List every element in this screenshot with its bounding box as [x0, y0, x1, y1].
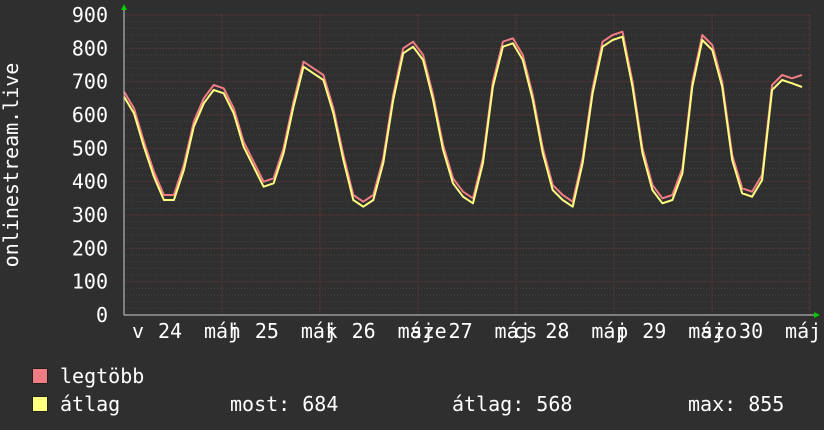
- x-tick-label: sze: [411, 319, 447, 343]
- x-tick-label: v: [132, 319, 144, 343]
- legend-item-legtobb: legtöbb: [32, 362, 824, 390]
- x-tick-label: 27: [449, 319, 473, 343]
- legend: legtöbb átlag most: 684 átlag: 568 max: …: [32, 362, 824, 418]
- atlag-swatch: [32, 396, 48, 412]
- y-tick-label: 400: [72, 170, 108, 194]
- y-axis-label: onlinestream.live: [0, 63, 23, 268]
- x-tick-label: máj: [785, 319, 821, 343]
- x-tick-label: 26: [352, 319, 376, 343]
- y-tick-label: 300: [72, 203, 108, 227]
- x-tick-label: 29: [642, 319, 666, 343]
- x-tick-label: szo: [701, 319, 737, 343]
- stat-atlag: átlag: 568: [452, 392, 573, 416]
- legtobb-swatch: [32, 368, 48, 384]
- x-tick-label: h: [229, 319, 241, 343]
- x-tick-label: cs: [513, 319, 537, 343]
- legend-item-atlag: átlag most: 684 átlag: 568 max: 855: [32, 390, 824, 418]
- y-tick-label: 500: [72, 136, 108, 160]
- y-tick-label: 800: [72, 36, 108, 60]
- stat-most: most: 684: [230, 392, 339, 416]
- y-tick-label: 700: [72, 70, 108, 94]
- x-tick-label: 30: [739, 319, 763, 343]
- y-tick-label: 600: [72, 103, 108, 127]
- x-tick-label: 24: [158, 319, 182, 343]
- stat-max: max: 855: [688, 392, 785, 416]
- y-tick-label: 100: [72, 270, 108, 294]
- x-tick-label: p: [616, 319, 628, 343]
- series-lines: [123, 30, 803, 208]
- y-tick-label: 0: [96, 303, 108, 327]
- y-tick-label: 900: [72, 3, 108, 27]
- legend-label: legtöbb: [60, 364, 145, 388]
- legend-label: átlag: [60, 392, 121, 416]
- y-axis-arrow: [121, 4, 127, 10]
- y-axis-ticks: 0 100 200 300 400 500 600 700 800 900: [72, 3, 108, 327]
- grid: [123, 14, 811, 316]
- axes: [121, 4, 820, 318]
- x-tick-label: k: [326, 319, 338, 343]
- x-tick-label: 25: [255, 319, 279, 343]
- x-axis-arrow: [814, 312, 820, 318]
- x-axis-ticks: v 24 májh 25 májk 26 májsze 27 májcs 28 májp 29 májs…: [132, 319, 821, 343]
- series-legtobb-line: [123, 30, 803, 203]
- x-tick-label: 28: [545, 319, 569, 343]
- y-tick-label: 200: [72, 236, 108, 260]
